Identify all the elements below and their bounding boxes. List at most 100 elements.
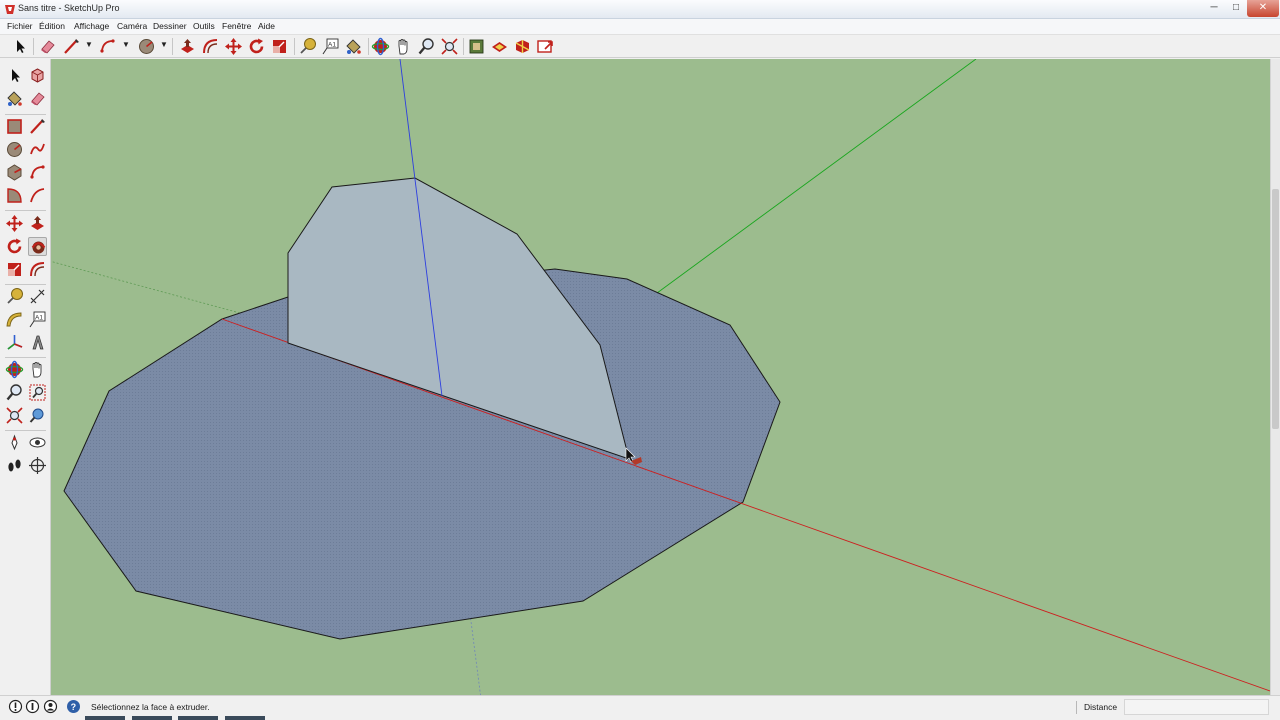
svg-text:A1: A1 xyxy=(35,315,43,322)
sketchup-window: Sans titre - SketchUp Pro ─ □ ✕ Fichier … xyxy=(0,0,1280,720)
text-icon[interactable]: A1 xyxy=(28,310,47,329)
toolbar-separator xyxy=(5,114,46,115)
previous-view-icon[interactable] xyxy=(28,406,47,425)
circle-tool-icon[interactable] xyxy=(5,140,24,159)
zoom-icon[interactable] xyxy=(417,37,436,56)
orbit-icon[interactable] xyxy=(5,360,24,379)
svg-text:?: ? xyxy=(71,702,77,712)
paint-bucket-icon[interactable] xyxy=(5,89,24,108)
instructor-help-icon[interactable]: ? xyxy=(66,699,81,714)
arc-tool-icon[interactable] xyxy=(98,37,117,56)
menu-affichage[interactable]: Affichage xyxy=(74,21,109,31)
line-tool-icon[interactable] xyxy=(28,117,47,136)
move-icon[interactable] xyxy=(224,37,243,56)
eraser-icon[interactable] xyxy=(38,37,57,56)
section-plane-icon[interactable] xyxy=(28,456,47,475)
walk-icon[interactable] xyxy=(5,456,24,475)
orbit-icon[interactable] xyxy=(371,37,390,56)
arc-tool-icon[interactable] xyxy=(28,163,47,182)
offset-icon[interactable] xyxy=(201,37,220,56)
3d-text-icon[interactable] xyxy=(28,333,47,352)
zoom-window-icon[interactable] xyxy=(28,383,47,402)
measurements-input[interactable] xyxy=(1124,699,1269,715)
zoom-extents-icon[interactable] xyxy=(440,37,459,56)
scale-icon[interactable] xyxy=(5,260,24,279)
push-pull-icon[interactable] xyxy=(178,37,197,56)
toolbar-separator xyxy=(5,210,46,211)
menu-aide[interactable]: Aide xyxy=(258,21,275,31)
shape-dropdown-icon[interactable]: ▼ xyxy=(160,40,168,49)
pan-icon[interactable] xyxy=(28,360,47,379)
scale-icon[interactable] xyxy=(270,37,289,56)
drawing-viewport[interactable] xyxy=(51,59,1270,695)
polygon-tool-icon[interactable] xyxy=(5,163,24,182)
tape-measure-icon[interactable] xyxy=(298,37,317,56)
viewport-scrollbar[interactable] xyxy=(1270,59,1280,695)
pie-tool-icon[interactable] xyxy=(5,186,24,205)
eraser-icon[interactable] xyxy=(28,89,47,108)
two-point-arc-icon[interactable] xyxy=(28,186,47,205)
maximize-button[interactable]: □ xyxy=(1225,0,1247,17)
layout-send-icon[interactable] xyxy=(536,37,555,56)
minimize-button[interactable]: ─ xyxy=(1203,0,1225,17)
extension-warehouse-icon[interactable] xyxy=(513,37,532,56)
sketchup-app-icon xyxy=(5,5,15,14)
shape-tool-icon[interactable] xyxy=(137,37,156,56)
menu-edition[interactable]: Édition xyxy=(39,21,65,31)
toolbar-separator xyxy=(5,284,46,285)
paint-bucket-icon[interactable] xyxy=(344,37,363,56)
status-message: Sélectionnez la face à extruder. xyxy=(91,702,210,712)
model-canvas xyxy=(51,59,1270,695)
measurements-label: Distance xyxy=(1084,702,1118,712)
scrollbar-thumb[interactable] xyxy=(1272,189,1279,429)
toolbar-separator xyxy=(463,38,464,55)
title-bar: Sans titre - SketchUp Pro ─ □ ✕ xyxy=(0,0,1280,19)
svg-text:A1: A1 xyxy=(328,42,336,49)
close-button[interactable]: ✕ xyxy=(1247,0,1279,17)
select-tool-icon[interactable] xyxy=(5,66,24,85)
text-icon[interactable]: A1 xyxy=(321,37,340,56)
geolocation-icon[interactable] xyxy=(8,699,23,714)
arc-dropdown-icon[interactable]: ▼ xyxy=(122,40,130,49)
rotate-icon[interactable] xyxy=(5,237,24,256)
push-pull-icon[interactable] xyxy=(28,214,47,233)
component-icon[interactable] xyxy=(28,66,47,85)
look-around-icon[interactable] xyxy=(28,433,47,452)
tape-measure-icon[interactable] xyxy=(5,287,24,306)
zoom-icon[interactable] xyxy=(5,383,24,402)
toolbar-separator xyxy=(33,38,34,55)
offset-icon[interactable] xyxy=(28,260,47,279)
position-camera-icon[interactable] xyxy=(5,433,24,452)
taskbar-strip xyxy=(85,716,265,720)
protractor-icon[interactable] xyxy=(5,310,24,329)
zoom-extents-icon[interactable] xyxy=(5,406,24,425)
freehand-tool-icon[interactable] xyxy=(28,140,47,159)
move-icon[interactable] xyxy=(5,214,24,233)
credits-icon[interactable] xyxy=(25,699,40,714)
toolbar-separator xyxy=(294,38,295,55)
large-tool-set: A1 xyxy=(0,59,51,695)
pan-icon[interactable] xyxy=(394,37,413,56)
line-tool-icon[interactable] xyxy=(62,37,81,56)
toolbar-separator xyxy=(5,357,46,358)
user-account-icon[interactable] xyxy=(43,699,58,714)
main-toolbar: ▼ ▼ ▼ A1 xyxy=(0,35,1280,58)
line-dropdown-icon[interactable]: ▼ xyxy=(85,40,93,49)
rectangle-tool-icon[interactable] xyxy=(5,117,24,136)
status-separator xyxy=(1076,701,1077,714)
green-axis xyxy=(626,59,977,316)
menu-fenetre[interactable]: Fenêtre xyxy=(222,21,251,31)
follow-me-icon[interactable] xyxy=(28,237,47,256)
toolbar-separator xyxy=(5,430,46,431)
warehouse-icon[interactable] xyxy=(467,37,486,56)
select-tool-icon[interactable] xyxy=(10,37,29,56)
menu-dessiner[interactable]: Dessiner xyxy=(153,21,187,31)
menu-fichier[interactable]: Fichier xyxy=(7,21,33,31)
axes-icon[interactable] xyxy=(5,333,24,352)
rotate-icon[interactable] xyxy=(247,37,266,56)
toolbar-separator xyxy=(172,38,173,55)
menu-camera[interactable]: Caméra xyxy=(117,21,147,31)
dimension-icon[interactable] xyxy=(28,287,47,306)
menu-outils[interactable]: Outils xyxy=(193,21,215,31)
share-model-icon[interactable] xyxy=(490,37,509,56)
